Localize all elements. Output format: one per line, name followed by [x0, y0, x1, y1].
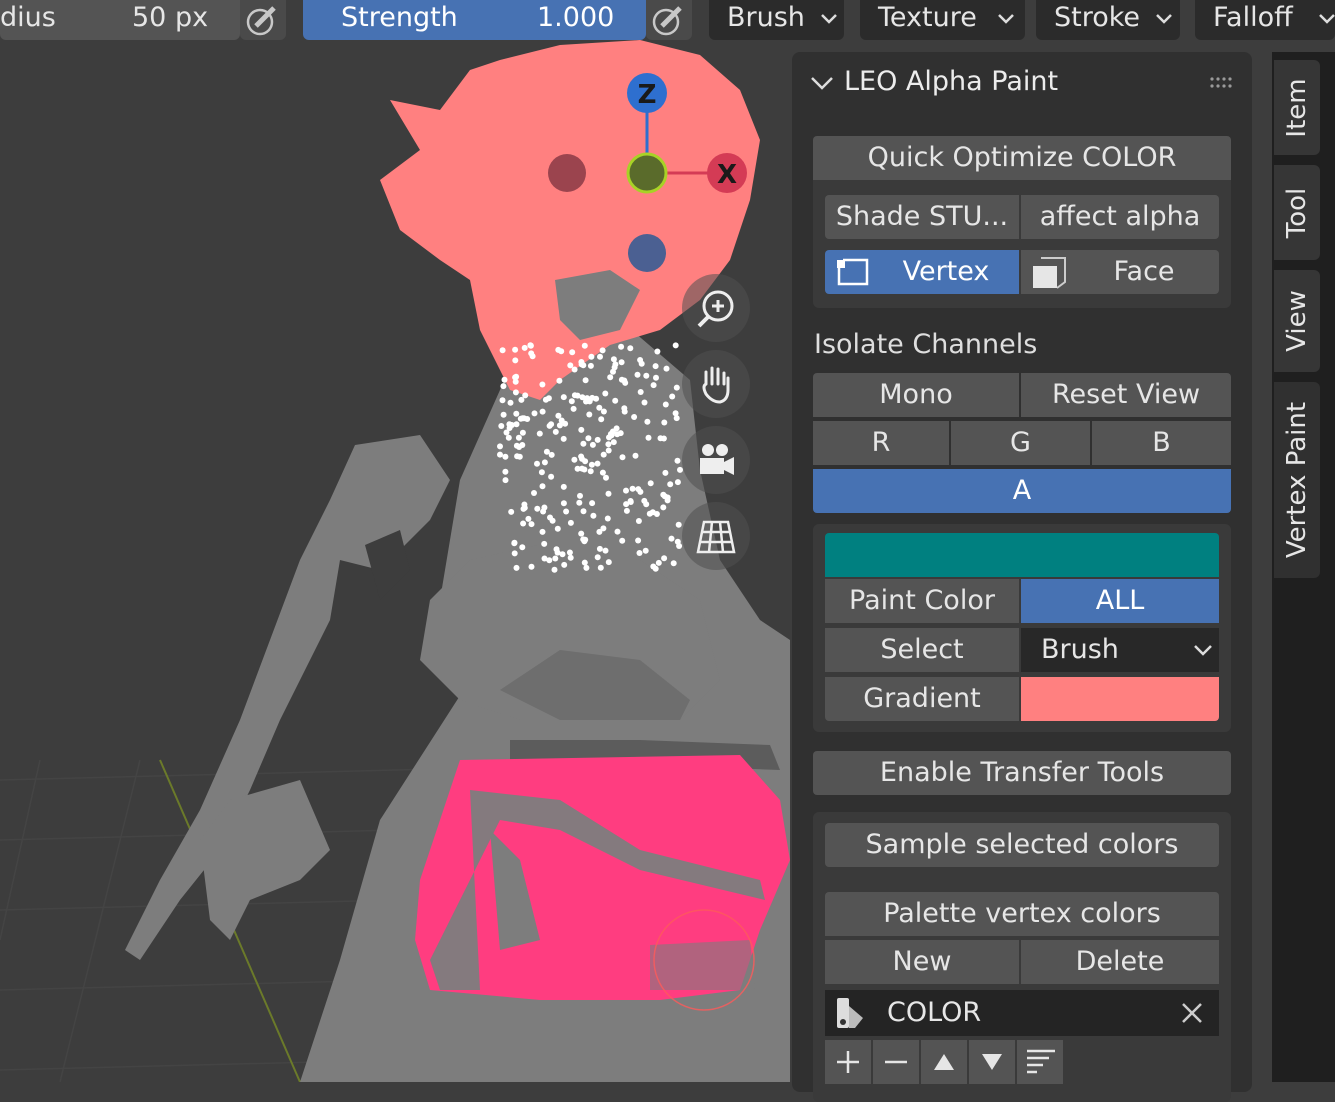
- paint-color-all-button[interactable]: ALL: [1021, 579, 1219, 623]
- navigation-gizmo[interactable]: Z X: [530, 60, 770, 290]
- select-label: Select: [825, 628, 1019, 672]
- radius-pressure-button[interactable]: [240, 0, 286, 40]
- pan-button[interactable]: [682, 350, 750, 418]
- gradient-label: Gradient: [825, 677, 1019, 721]
- texture-menu-label: Texture: [878, 2, 977, 33]
- palette-new-button[interactable]: New: [825, 940, 1019, 984]
- vertex-mode-button[interactable]: Vertex: [825, 250, 1019, 294]
- leo-alpha-paint-panel: LEO Alpha Paint Quick Optimize COLOR Sha…: [792, 52, 1252, 1102]
- skirt-patch: [650, 940, 755, 990]
- stroke-menu[interactable]: Stroke: [1036, 0, 1180, 40]
- channel-g-button[interactable]: G: [951, 421, 1090, 465]
- hand-icon: [702, 366, 730, 404]
- gradient-color-swatch[interactable]: [1021, 677, 1219, 721]
- gizmo-neg-x[interactable]: [548, 154, 586, 192]
- tab-vertex-paint-label: Vertex Paint: [1282, 401, 1312, 559]
- chevron-down-icon: [1156, 14, 1172, 24]
- tab-view-label: View: [1282, 290, 1312, 352]
- enable-transfer-tools-button[interactable]: Enable Transfer Tools: [813, 751, 1231, 795]
- face-mode-button[interactable]: Face: [1021, 250, 1219, 294]
- close-icon[interactable]: [1181, 1002, 1203, 1024]
- face-mode-label: Face: [1113, 256, 1175, 287]
- gizmo-z-label: Z: [638, 80, 657, 110]
- select-brush-dropdown[interactable]: Brush: [1021, 628, 1219, 672]
- palette-toolbar: [825, 1040, 1063, 1084]
- radius-field[interactable]: dius 50 px: [0, 0, 240, 40]
- palette-vertex-colors-button[interactable]: Palette vertex colors: [825, 892, 1219, 936]
- zoom-button[interactable]: [682, 274, 750, 342]
- chevron-down-icon: [821, 14, 837, 24]
- sort-button[interactable]: [1017, 1040, 1063, 1084]
- pen-pressure-icon: [652, 6, 682, 36]
- camera-button[interactable]: [682, 426, 750, 494]
- palette-name: COLOR: [887, 997, 982, 1028]
- tab-view[interactable]: View: [1274, 270, 1320, 372]
- minus-icon: [885, 1060, 907, 1064]
- tab-item[interactable]: Item: [1274, 60, 1320, 155]
- triangle-up-icon: [934, 1054, 954, 1070]
- plus-icon: [837, 1051, 859, 1073]
- chevron-down-icon: [998, 14, 1014, 24]
- tab-vertex-paint[interactable]: Vertex Paint: [1274, 382, 1320, 578]
- shade-stu-button[interactable]: Shade STU...: [825, 195, 1019, 239]
- drag-handle-icon[interactable]: [1210, 76, 1236, 90]
- radius-value: 50 px: [132, 2, 209, 33]
- face-select-icon: [1033, 257, 1066, 289]
- reset-view-button[interactable]: Reset View: [1021, 373, 1231, 417]
- channel-r-button[interactable]: R: [813, 421, 949, 465]
- select-brush-value: Brush: [1041, 634, 1119, 665]
- panel-header[interactable]: LEO Alpha Paint: [792, 52, 1252, 116]
- panel-title: LEO Alpha Paint: [844, 66, 1059, 97]
- move-up-button[interactable]: [921, 1040, 967, 1084]
- gizmo-neg-z[interactable]: [628, 234, 666, 272]
- color-swatch[interactable]: [825, 533, 1219, 577]
- texture-menu[interactable]: Texture: [860, 0, 1025, 40]
- tool-header: dius 50 px Strength 1.000 Brush Texture …: [0, 0, 1335, 40]
- chevron-down-icon[interactable]: [810, 74, 834, 94]
- radius-label: dius: [0, 2, 56, 33]
- brush-menu[interactable]: Brush: [709, 0, 844, 40]
- channel-b-button[interactable]: B: [1092, 421, 1231, 465]
- isolate-channels-label: Isolate Channels: [814, 329, 1038, 360]
- strength-label: Strength: [341, 2, 458, 33]
- chevron-down-icon: [1319, 14, 1335, 24]
- channel-a-button[interactable]: A: [813, 469, 1231, 513]
- falloff-menu[interactable]: Falloff: [1195, 0, 1335, 40]
- sample-selected-colors-button[interactable]: Sample selected colors: [825, 823, 1219, 867]
- brush-menu-label: Brush: [727, 2, 805, 33]
- vertex-select-icon: [837, 258, 869, 286]
- palette-selector[interactable]: COLOR: [825, 990, 1219, 1036]
- chevron-down-icon: [1194, 645, 1212, 656]
- sort-icon: [1027, 1049, 1055, 1074]
- gizmo-x-label: X: [717, 160, 737, 190]
- move-down-button[interactable]: [969, 1040, 1015, 1084]
- mono-button[interactable]: Mono: [813, 373, 1019, 417]
- strength-value: 1.000: [537, 2, 615, 33]
- pen-pressure-icon: [246, 6, 276, 36]
- quick-optimize-button[interactable]: Quick Optimize COLOR: [813, 136, 1231, 180]
- falloff-menu-label: Falloff: [1213, 2, 1293, 33]
- palette-delete-button[interactable]: Delete: [1021, 940, 1219, 984]
- remove-color-button[interactable]: [873, 1040, 919, 1084]
- gizmo-y-axis[interactable]: [626, 152, 668, 194]
- zoom-icon: [697, 290, 734, 328]
- add-color-button[interactable]: [825, 1040, 871, 1084]
- affect-alpha-button[interactable]: affect alpha: [1021, 195, 1219, 239]
- paint-color-label: Paint Color: [825, 579, 1019, 623]
- strength-field[interactable]: Strength 1.000: [303, 0, 646, 40]
- tab-item-label: Item: [1282, 77, 1312, 138]
- ortho-button[interactable]: [682, 502, 750, 570]
- stroke-menu-label: Stroke: [1054, 2, 1141, 33]
- vertex-mode-label: Vertex: [902, 256, 990, 287]
- tab-tool-label: Tool: [1282, 187, 1312, 238]
- camera-icon: [700, 444, 734, 475]
- palette-icon: [837, 998, 863, 1028]
- triangle-down-icon: [982, 1054, 1002, 1070]
- strength-pressure-button[interactable]: [646, 0, 692, 40]
- grid-icon: [696, 520, 736, 554]
- tab-tool[interactable]: Tool: [1274, 165, 1320, 260]
